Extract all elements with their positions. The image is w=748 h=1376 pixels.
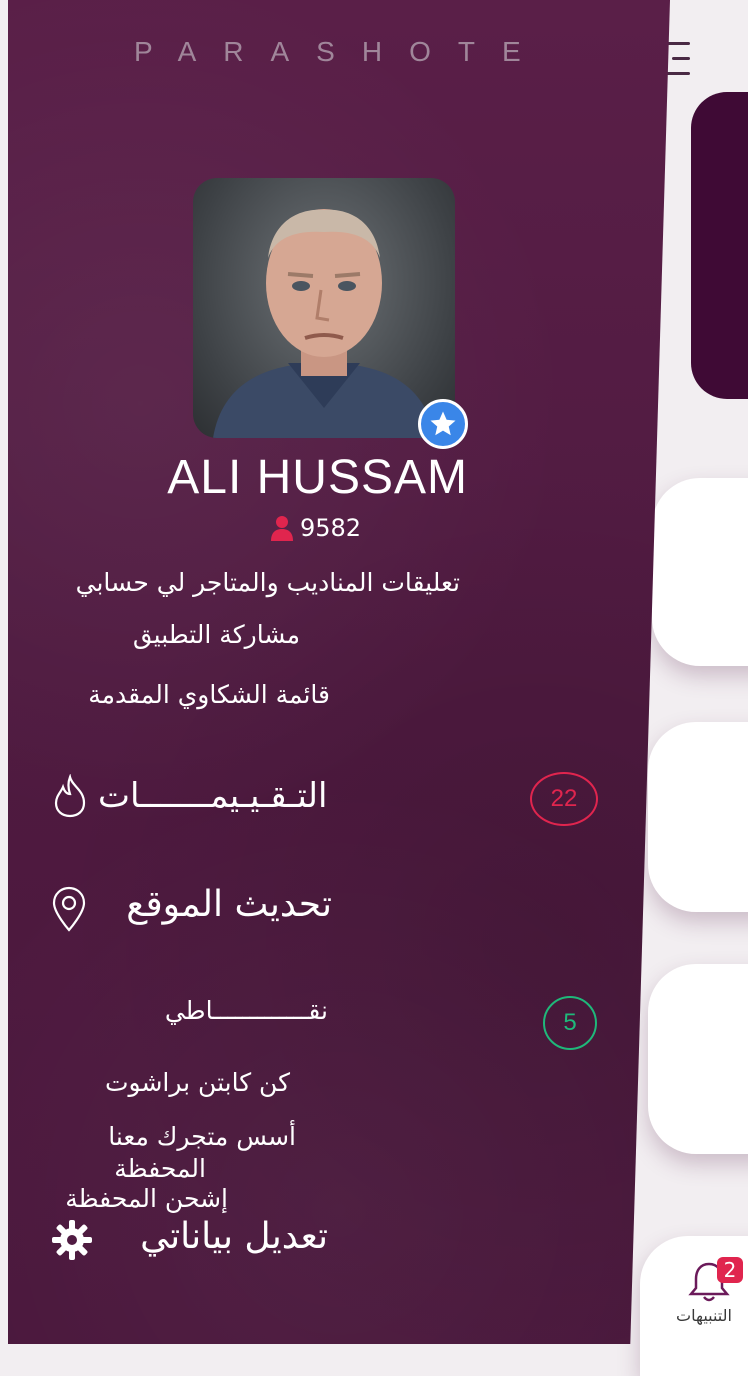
brand-logo-text: PARASHOTE xyxy=(134,36,548,67)
person-icon xyxy=(271,516,293,541)
location-pin-icon xyxy=(50,886,88,936)
menu-item-ratings[interactable]: التـقـيـيمـــــــات xyxy=(98,776,327,816)
avatar[interactable] xyxy=(193,178,455,438)
menu-item-share-app[interactable]: مشاركة التطبيق xyxy=(48,620,300,649)
background-card-1 xyxy=(652,478,748,666)
menu-item-wallet[interactable]: المحفظة xyxy=(88,1154,206,1183)
profile-name: ALI HUSSAM xyxy=(167,451,468,504)
menu-item-charge-wallet[interactable]: إشحن المحفظة xyxy=(48,1184,228,1213)
fire-icon xyxy=(50,773,90,822)
followers-count: 9582 xyxy=(270,512,361,544)
menu-item-points[interactable]: نقـــــــــــــاطي xyxy=(88,996,328,1025)
gear-icon xyxy=(50,1218,94,1266)
menu-item-edit-data[interactable]: تعديل بياناتي xyxy=(98,1216,328,1257)
background-card-2 xyxy=(648,722,748,912)
notification-count-badge: 2 xyxy=(717,1257,743,1283)
ratings-count-badge: 22 xyxy=(530,772,598,826)
star-badge-icon xyxy=(418,399,468,449)
menu-item-be-captain[interactable]: كن كابتن براشوت xyxy=(88,1068,290,1097)
notifications-label[interactable]: التنبيهات xyxy=(676,1306,732,1325)
menu-item-comments[interactable]: تعليقات المناديب والمتاجر لي حسابي xyxy=(48,568,460,597)
menu-item-complaints[interactable]: قائمة الشكاوي المقدمة xyxy=(48,680,330,709)
menu-item-update-location[interactable]: تحديث الموقع xyxy=(98,884,332,925)
menu-item-found-store[interactable]: أسس متجرك معنا xyxy=(88,1122,296,1151)
followers-value: 9582 xyxy=(300,514,362,542)
background-banner-card xyxy=(691,92,748,399)
points-count-badge: 5 xyxy=(543,996,597,1050)
side-drawer: PARASHOTE ALI HUSSAM 9582 تعليقات المناد… xyxy=(8,0,670,1344)
background-card-3 xyxy=(648,964,748,1154)
